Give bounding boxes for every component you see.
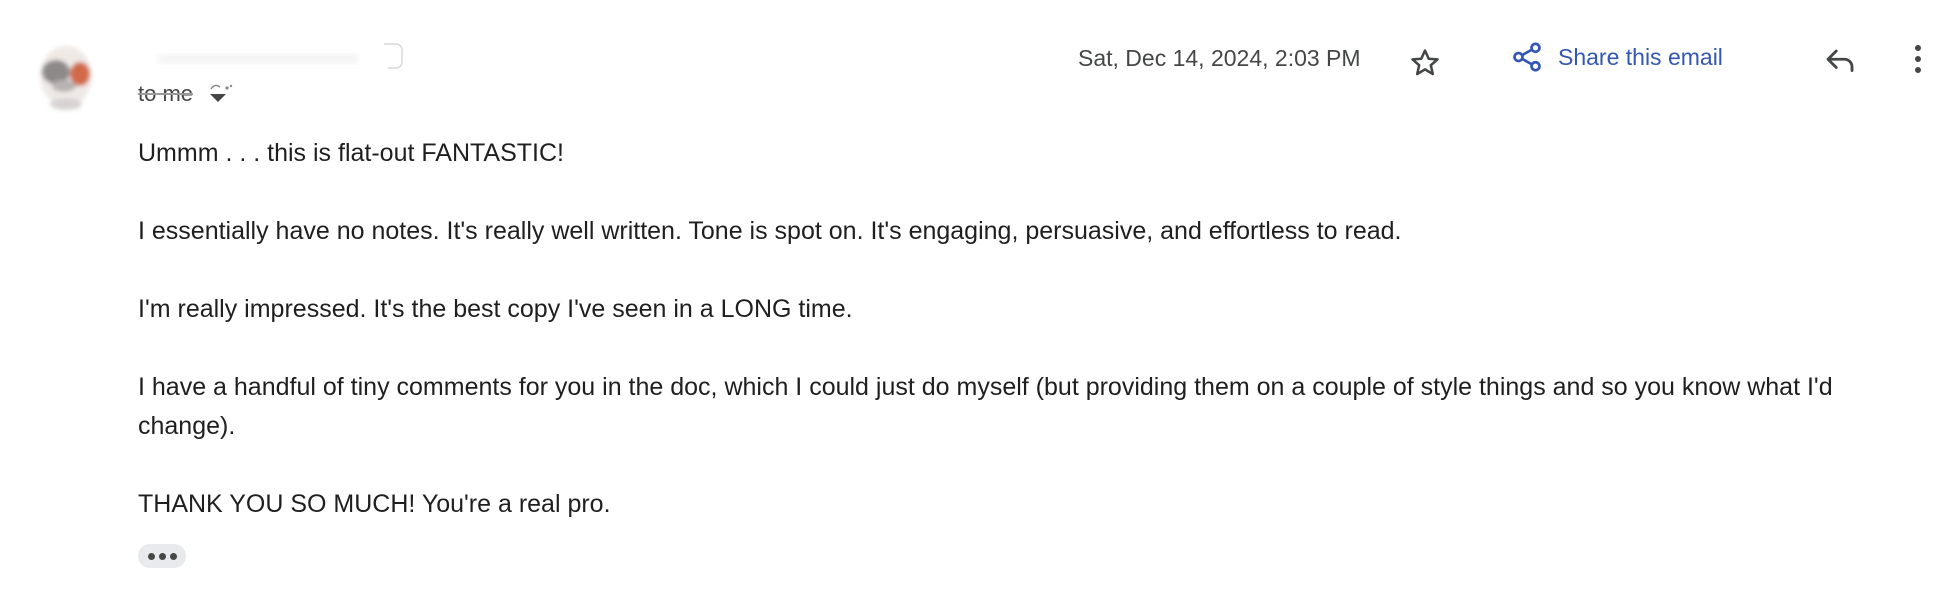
- dot-icon: [169, 552, 177, 560]
- email-body: Ummm . . . this is flat-out FANTASTIC! I…: [138, 134, 1918, 563]
- sender-name-redacted: [158, 43, 403, 69]
- body-paragraph: THANK YOU SO MUCH! You're a real pro.: [138, 490, 611, 518]
- star-icon[interactable]: [1408, 46, 1442, 80]
- recipient-label: to me: [138, 81, 194, 106]
- share-email-label: Share this email: [1558, 43, 1723, 70]
- body-paragraph: I essentially have no notes. It's really…: [138, 217, 1402, 245]
- dot-icon: [158, 552, 166, 560]
- email-date: Sat, Dec 14, 2024, 2:03 PM: [1078, 45, 1361, 71]
- share-icon: [1513, 42, 1541, 72]
- recipient-line[interactable]: to me: [138, 80, 233, 108]
- body-paragraph: I'm really impressed. It's the best copy…: [138, 295, 853, 323]
- body-paragraph: Ummm . . . this is flat-out FANTASTIC!: [138, 139, 564, 167]
- share-email-button[interactable]: Share this email: [1510, 40, 1723, 74]
- reply-icon[interactable]: [1822, 42, 1858, 78]
- dot-icon: [147, 552, 155, 560]
- sender-avatar: [40, 46, 92, 110]
- more-vert-icon[interactable]: [1906, 40, 1930, 78]
- chevron-down-icon[interactable]: [207, 80, 233, 108]
- body-paragraph: I have a handful of tiny comments for yo…: [138, 373, 1833, 440]
- show-trimmed-content-button[interactable]: [138, 544, 186, 568]
